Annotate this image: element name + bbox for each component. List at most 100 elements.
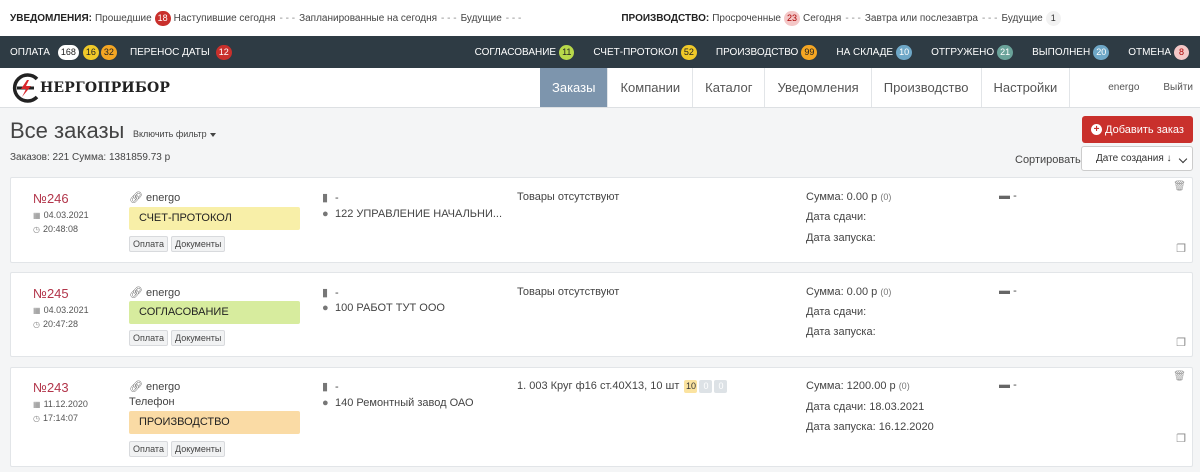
calendar-icon: ▦ xyxy=(33,211,41,220)
order-comment-text: - xyxy=(1013,190,1017,202)
prod-overdue[interactable]: Просроченные xyxy=(712,13,781,24)
user-icon: ● xyxy=(322,302,329,314)
status-shipped[interactable]: ОТГРУЖЕНО 21 xyxy=(931,44,1016,60)
copy-icon[interactable]: ❐ xyxy=(1176,336,1186,349)
prod-future-count: 1 xyxy=(1045,10,1061,26)
status-payment-label: ОПЛАТА xyxy=(10,46,50,58)
logo[interactable]: НЕРГОПРИБОР xyxy=(0,68,540,107)
documents-tag[interactable]: Документы xyxy=(171,236,226,252)
filter-toggle[interactable]: Включить фильтр xyxy=(133,129,216,139)
status-badge: СОГЛАСОВАНИЕ xyxy=(129,301,300,324)
tab-orders[interactable]: Заказы xyxy=(540,68,608,107)
status-cancel-label: ОТМЕНА xyxy=(1128,46,1171,58)
order-date-text: 11.12.2020 xyxy=(43,399,88,409)
status-date-transfer[interactable]: ПЕРЕНОС ДАТЫ 12 xyxy=(130,44,235,60)
status-bar: ОПЛАТА 168 16 32 ПЕРЕНОС ДАТЫ 12 СОГЛАСО… xyxy=(0,36,1200,68)
status-done[interactable]: ВЫПОЛНЕН 20 xyxy=(1032,44,1112,60)
trash-icon[interactable]: 🗑︎ xyxy=(1173,371,1186,382)
order-number[interactable]: №243 xyxy=(33,380,69,395)
notif-future[interactable]: Будущие xyxy=(461,13,502,24)
order-source-text: energo xyxy=(145,381,181,393)
status-badge: СЧЕТ-ПРОТОКОЛ xyxy=(129,207,300,230)
status-warehouse[interactable]: НА СКЛАДЕ 10 xyxy=(836,44,915,60)
tab-production[interactable]: Производство xyxy=(870,68,981,107)
logout-link[interactable]: Выйти xyxy=(1151,82,1200,93)
order-time: ◷ 20:47:28 xyxy=(33,319,78,329)
order-number[interactable]: №245 xyxy=(33,286,69,301)
order-number[interactable]: №246 xyxy=(33,191,69,206)
status-approval[interactable]: СОГЛАСОВАНИЕ 11 xyxy=(474,44,578,60)
tab-catalog[interactable]: Каталог xyxy=(692,68,764,107)
order-customer-text: 140 Ремонтный завод ОАО xyxy=(335,397,474,409)
order-source-text: energo xyxy=(145,287,181,299)
order-customer[interactable]: ● 122 УПРАВЛЕНИЕ НАЧАЛЬНИ... xyxy=(322,208,502,220)
page-title: Все заказы xyxy=(10,118,125,143)
tab-settings[interactable]: Настройки xyxy=(980,68,1071,107)
order-due-date: Дата сдачи: 18.03.2021 xyxy=(806,401,925,413)
order-customer[interactable]: ● 140 Ремонтный завод ОАО xyxy=(322,397,474,409)
order-sum-text: Сумма: 0.00 р xyxy=(806,191,878,203)
user-icon: ● xyxy=(322,208,329,220)
file-icon: ▮ xyxy=(322,381,329,393)
documents-tag[interactable]: Документы xyxy=(171,330,226,346)
status-cancel[interactable]: ОТМЕНА 8 xyxy=(1128,44,1192,60)
payment-tag[interactable]: Оплата xyxy=(129,330,168,346)
order-card: №245 ▦ 04.03.2021 ◷ 20:47:28 🔗︎ energo СОГЛ… xyxy=(10,272,1193,357)
tab-companies[interactable]: Компании xyxy=(607,68,692,107)
add-order-label: Добавить заказ xyxy=(1105,123,1184,136)
prod-future[interactable]: Будущие xyxy=(1002,13,1043,24)
status-done-count: 20 xyxy=(1093,44,1110,60)
order-customer-text: 122 УПРАВЛЕНИЕ НАЧАЛЬНИ... xyxy=(335,208,503,220)
notif-planned[interactable]: Запланированные на сегодня xyxy=(299,13,437,24)
sort-select[interactable]: Дате создания ↓ xyxy=(1081,146,1193,171)
status-warehouse-count: 10 xyxy=(896,44,913,60)
status-warehouse-label: НА СКЛАДЕ xyxy=(836,46,894,58)
order-comment[interactable]: ▬ - xyxy=(999,190,1017,202)
status-payment[interactable]: ОПЛАТА 168 16 32 xyxy=(10,44,118,60)
status-filters: СОГЛАСОВАНИЕ 11 СЧЕТ-ПРОТОКОЛ 52 ПРОИЗВОДС… xyxy=(459,44,1200,60)
notifications-group: УВЕДОМЛЕНИЯ: Прошедшие 18 Наступившие се… xyxy=(10,10,525,26)
comment-icon: ▬ xyxy=(999,285,1010,297)
notif-today[interactable]: Наступившие сегодня xyxy=(174,13,276,24)
notif-past[interactable]: Прошедшие xyxy=(95,13,152,24)
prod-today[interactable]: Сегодня xyxy=(803,13,841,24)
status-production[interactable]: ПРОИЗВОДСТВО 99 xyxy=(716,44,820,60)
copy-icon[interactable]: ❐ xyxy=(1176,242,1186,255)
order-date: ▦ 04.03.2021 xyxy=(33,210,89,220)
order-comment[interactable]: ▬ - xyxy=(999,379,1017,391)
comment-icon: ▬ xyxy=(999,190,1010,202)
order-customer[interactable]: ● 100 РАБОТ ТУТ ООО xyxy=(322,302,445,314)
status-approval-label: СОГЛАСОВАНИЕ xyxy=(474,46,557,58)
payment-tag[interactable]: Оплата xyxy=(129,441,168,457)
plus-icon: + xyxy=(1091,124,1103,135)
order-due-date: Дата сдачи: xyxy=(806,306,867,318)
separator: - - - xyxy=(505,12,522,24)
order-source: 🔗︎ energo xyxy=(129,191,180,204)
order-phone: Телефон xyxy=(129,396,175,408)
user-name[interactable]: energo xyxy=(1096,82,1151,93)
documents-tag[interactable]: Документы xyxy=(171,441,226,457)
order-time-text: 20:48:08 xyxy=(42,224,79,234)
status-invoice-count: 52 xyxy=(680,44,697,60)
prod-tomorrow[interactable]: Завтра или послезавтра xyxy=(865,13,978,24)
status-badge: ПРОИЗВОДСТВО xyxy=(129,411,300,434)
add-order-button[interactable]: + Добавить заказ xyxy=(1082,116,1193,143)
status-invoice[interactable]: СЧЕТ-ПРОТОКОЛ 52 xyxy=(593,44,699,60)
copy-icon[interactable]: ❐ xyxy=(1176,432,1186,445)
calendar-icon: ▦ xyxy=(33,306,41,315)
production-label: ПРОИЗВОДСТВО: xyxy=(621,12,710,24)
link-icon: 🔗︎ xyxy=(129,287,143,299)
goods-badge: 0 xyxy=(714,380,728,393)
order-comment[interactable]: ▬ - xyxy=(999,285,1017,297)
prod-overdue-count: 23 xyxy=(784,10,801,26)
calendar-icon: ▦ xyxy=(33,400,41,409)
status-payment-count-1: 168 xyxy=(57,44,79,60)
order-goods: 1. 003 Круг ф16 ст.40Х13, 10 шт 10 0 0 xyxy=(517,380,728,393)
order-launch-date: Дата запуска: xyxy=(806,232,876,244)
status-done-label: ВЫПОЛНЕН xyxy=(1032,46,1091,58)
trash-icon[interactable]: 🗑︎ xyxy=(1173,181,1186,192)
order-sum-text: Сумма: 0.00 р xyxy=(806,286,878,298)
tab-notifications[interactable]: Уведомления xyxy=(764,68,870,107)
payment-tag[interactable]: Оплата xyxy=(129,236,168,252)
status-approval-count: 11 xyxy=(559,44,575,60)
